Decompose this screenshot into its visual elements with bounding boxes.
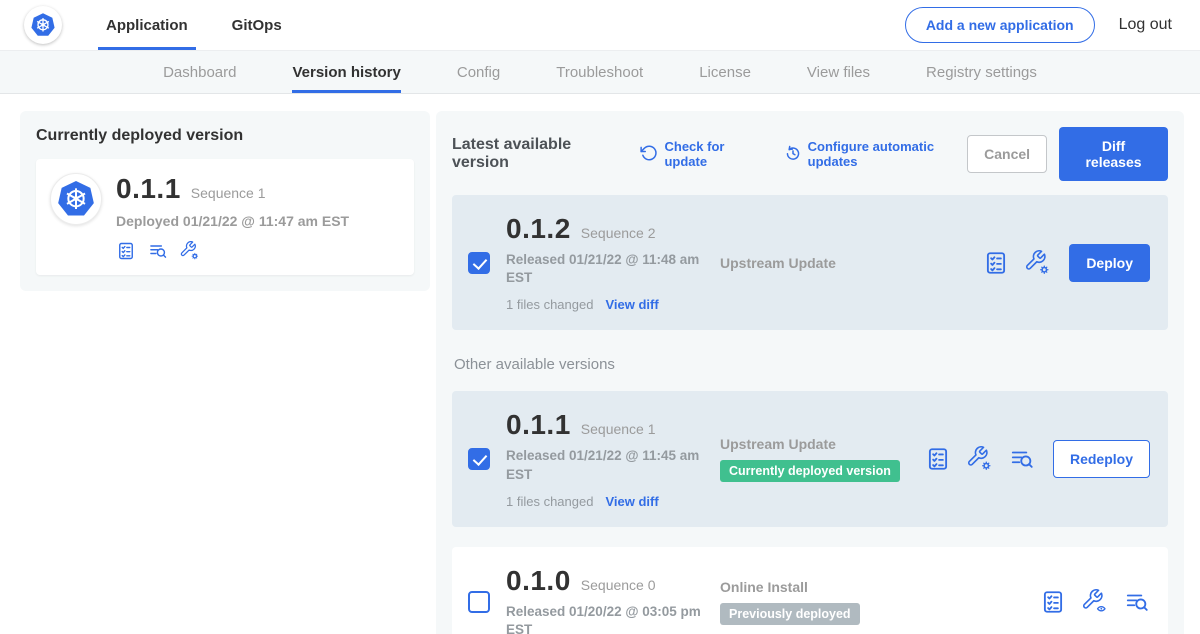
deployed-sequence: Sequence 1	[191, 185, 266, 201]
currently-deployed-badge: Currently deployed version	[720, 460, 900, 482]
source-label: Online Install	[720, 579, 1040, 595]
top-nav: Application GitOps Add a new application…	[0, 0, 1200, 50]
version-number: 0.1.1	[506, 409, 571, 441]
source-label: Upstream Update	[720, 436, 925, 452]
deployed-version-info: 0.1.1 Sequence 1 Deployed 01/21/22 @ 11:…	[116, 173, 349, 261]
version-checkbox[interactable]	[468, 591, 490, 613]
file-diff-icon[interactable]	[1009, 446, 1035, 472]
config-gear-icon[interactable]	[180, 241, 200, 261]
tab-dashboard[interactable]: Dashboard	[163, 51, 236, 93]
tab-config[interactable]: Config	[457, 51, 500, 93]
version-sequence: Sequence 0	[581, 577, 656, 593]
source-label: Upstream Update	[720, 255, 983, 271]
tab-application[interactable]: Application	[98, 0, 196, 50]
other-versions-label: Other available versions	[454, 356, 1166, 373]
diff-releases-button[interactable]: Diff releases	[1059, 127, 1168, 181]
cancel-button[interactable]: Cancel	[967, 135, 1047, 173]
version-info: 0.1.0 Sequence 0 Released 01/20/22 @ 03:…	[506, 565, 718, 634]
tab-troubleshoot[interactable]: Troubleshoot	[556, 51, 643, 93]
released-timestamp: Released 01/21/22 @ 11:45 am EST	[506, 447, 704, 483]
version-card-0-1-2: 0.1.2 Sequence 2 Released 01/21/22 @ 11:…	[452, 195, 1168, 330]
deployed-action-icons	[116, 241, 349, 261]
version-card-0-1-0: 0.1.0 Sequence 0 Released 01/20/22 @ 03:…	[452, 547, 1168, 634]
kubernetes-logo-icon	[50, 173, 102, 225]
deploy-button[interactable]: Deploy	[1069, 244, 1150, 282]
tab-view-files[interactable]: View files	[807, 51, 870, 93]
available-versions-panel: Latest available version Check for updat…	[436, 111, 1184, 634]
schedule-update-icon	[784, 144, 802, 165]
deployed-version-card: 0.1.1 Sequence 1 Deployed 01/21/22 @ 11:…	[36, 159, 414, 275]
version-source: Upstream Update	[718, 255, 983, 271]
logout-link[interactable]: Log out	[1119, 16, 1172, 34]
tab-gitops[interactable]: GitOps	[224, 0, 290, 50]
released-timestamp: Released 01/21/22 @ 11:48 am EST	[506, 251, 704, 287]
previously-deployed-badge: Previously deployed	[720, 603, 860, 625]
configure-auto-updates-link[interactable]: Configure automatic updates	[784, 139, 967, 169]
version-actions	[1040, 589, 1152, 615]
kubernetes-logo-icon	[24, 6, 62, 44]
main-content: Currently deployed version	[0, 94, 1200, 634]
preflight-checklist-icon[interactable]	[983, 250, 1009, 276]
config-gear-icon[interactable]	[1025, 250, 1051, 276]
version-card-0-1-1: 0.1.1 Sequence 1 Released 01/21/22 @ 11:…	[452, 391, 1168, 526]
version-source: Online Install Previously deployed	[718, 579, 1040, 625]
released-timestamp: Released 01/20/22 @ 03:05 pm EST	[506, 603, 704, 634]
tab-version-history[interactable]: Version history	[292, 51, 400, 93]
version-checkbox[interactable]	[468, 252, 490, 274]
add-application-button[interactable]: Add a new application	[905, 7, 1095, 43]
version-source: Upstream Update Currently deployed versi…	[718, 436, 925, 482]
refresh-icon	[640, 144, 658, 165]
preflight-checklist-icon[interactable]	[925, 446, 951, 472]
file-diff-icon[interactable]	[1124, 589, 1150, 615]
file-diff-icon[interactable]	[148, 241, 168, 261]
configure-auto-updates-label: Configure automatic updates	[808, 139, 967, 169]
preflight-checklist-icon[interactable]	[1040, 589, 1066, 615]
version-actions: Redeploy	[925, 440, 1152, 478]
files-changed-label: 1 files changed	[506, 297, 593, 312]
config-view-icon[interactable]	[1082, 589, 1108, 615]
version-info: 0.1.2 Sequence 2 Released 01/21/22 @ 11:…	[506, 213, 718, 312]
version-history-page: Application GitOps Add a new application…	[0, 0, 1200, 634]
version-actions: Deploy	[983, 244, 1152, 282]
view-diff-link[interactable]: View diff	[605, 297, 658, 312]
view-diff-link[interactable]: View diff	[605, 494, 658, 509]
currently-deployed-title: Currently deployed version	[36, 127, 414, 145]
check-for-update-link[interactable]: Check for update	[640, 139, 757, 169]
version-number: 0.1.2	[506, 213, 571, 245]
preflight-checklist-icon[interactable]	[116, 241, 136, 261]
deployed-timestamp: Deployed 01/21/22 @ 11:47 am EST	[116, 213, 349, 229]
top-nav-right: Add a new application Log out	[905, 0, 1200, 50]
version-sequence: Sequence 1	[581, 421, 656, 437]
version-info: 0.1.1 Sequence 1 Released 01/21/22 @ 11:…	[506, 409, 718, 508]
latest-version-title: Latest available version	[452, 136, 614, 172]
currently-deployed-panel: Currently deployed version	[20, 111, 430, 291]
version-number: 0.1.0	[506, 565, 571, 597]
tab-license[interactable]: License	[699, 51, 751, 93]
app-subnav: Dashboard Version history Config Trouble…	[0, 50, 1200, 94]
tab-registry-settings[interactable]: Registry settings	[926, 51, 1037, 93]
app-logo	[0, 0, 98, 50]
deployed-version-number: 0.1.1	[116, 173, 181, 205]
redeploy-button[interactable]: Redeploy	[1053, 440, 1150, 478]
files-changed-label: 1 files changed	[506, 494, 593, 509]
check-for-update-label: Check for update	[664, 139, 757, 169]
version-checkbox[interactable]	[468, 448, 490, 470]
latest-version-header: Latest available version Check for updat…	[452, 127, 1168, 181]
version-sequence: Sequence 2	[581, 225, 656, 241]
top-tabs: Application GitOps	[98, 0, 318, 50]
config-gear-icon[interactable]	[967, 446, 993, 472]
